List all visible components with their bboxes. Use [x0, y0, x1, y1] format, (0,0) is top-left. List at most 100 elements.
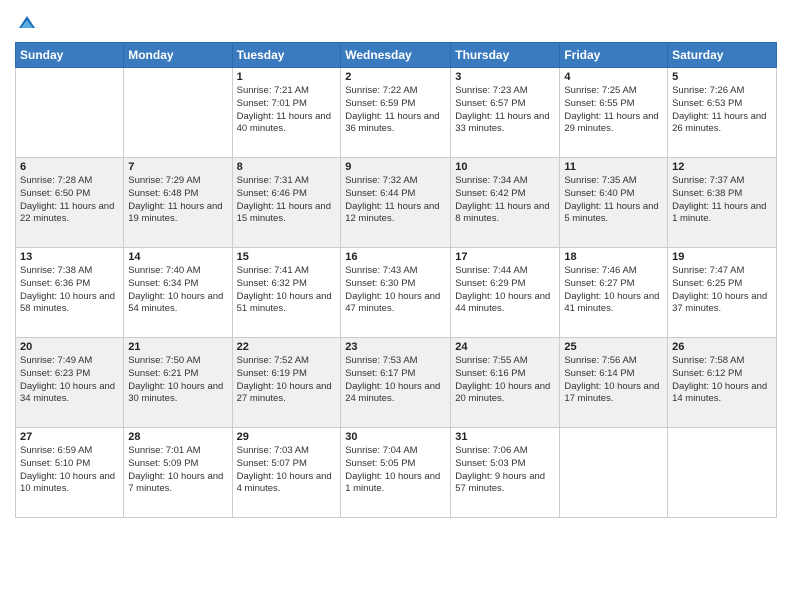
sunrise-text: Sunrise: 7:52 AM	[237, 355, 337, 368]
table-row	[560, 428, 668, 518]
day-number: 15	[237, 251, 337, 263]
calendar-header-row: Sunday Monday Tuesday Wednesday Thursday…	[16, 43, 777, 68]
table-row: 27Sunrise: 6:59 AMSunset: 5:10 PMDayligh…	[16, 428, 124, 518]
table-row: 31Sunrise: 7:06 AMSunset: 5:03 PMDayligh…	[451, 428, 560, 518]
daylight-text: Daylight: 9 hours and 57 minutes.	[455, 471, 555, 497]
day-info: Sunrise: 7:58 AMSunset: 6:12 PMDaylight:…	[672, 355, 772, 406]
day-info: Sunrise: 7:26 AMSunset: 6:53 PMDaylight:…	[672, 85, 772, 136]
table-row: 15 Sunrise: 7:41 AMSunset: 6:32 PMDayligh…	[232, 248, 341, 338]
sunset-text: Sunset: 6:17 PM	[345, 368, 446, 381]
day-info: Sunrise: 7:25 AMSunset: 6:55 PMDaylight:…	[564, 85, 663, 136]
daylight-text: Daylight: 11 hours and 36 minutes.	[345, 111, 446, 137]
day-number: 29	[237, 431, 337, 443]
day-number: 28	[128, 431, 227, 443]
table-row: 11Sunrise: 7:35 AMSunset: 6:40 PMDayligh…	[560, 158, 668, 248]
sunset-text: Sunset: 5:10 PM	[20, 458, 119, 471]
day-number: 24	[455, 341, 555, 353]
daylight-text: Daylight: 10 hours and 4 minutes.	[237, 471, 337, 497]
daylight-text: Daylight: 11 hours and 19 minutes.	[128, 201, 227, 227]
daylight-text: Daylight: 10 hours and 10 minutes.	[20, 471, 119, 497]
sunset-text: Sunset: 6:29 PM	[455, 278, 555, 291]
sunset-text: Sunset: 6:23 PM	[20, 368, 119, 381]
day-info: Sunrise: 7:35 AMSunset: 6:40 PMDaylight:…	[564, 175, 663, 226]
sunset-text: Sunset: 6:21 PM	[128, 368, 227, 381]
day-number: 7	[128, 161, 227, 173]
sunrise-text: Sunrise: 7:32 AM	[345, 175, 446, 188]
day-number: 1	[237, 71, 337, 83]
calendar-week-row: 27Sunrise: 6:59 AMSunset: 5:10 PMDayligh…	[16, 428, 777, 518]
day-number: 23	[345, 341, 446, 353]
sunrise-text: Sunrise: 7:31 AM	[237, 175, 337, 188]
day-number: 6	[20, 161, 119, 173]
sunset-text: Sunset: 6:32 PM	[237, 278, 337, 291]
day-number: 31	[455, 431, 555, 443]
col-saturday: Saturday	[668, 43, 777, 68]
table-row: 19Sunrise: 7:47 AMSunset: 6:25 PMDayligh…	[668, 248, 777, 338]
day-info: Sunrise: 7:28 AMSunset: 6:50 PMDaylight:…	[20, 175, 119, 226]
sunset-text: Sunset: 6:12 PM	[672, 368, 772, 381]
day-info: Sunrise: 7:03 AMSunset: 5:07 PMDaylight:…	[237, 445, 337, 496]
sunrise-text: Sunrise: 7:23 AM	[455, 85, 555, 98]
table-row: 2 Sunrise: 7:22 AMSunset: 6:59 PMDaylight…	[341, 68, 451, 158]
sunrise-text: Sunrise: 7:26 AM	[672, 85, 772, 98]
daylight-text: Daylight: 10 hours and 7 minutes.	[128, 471, 227, 497]
day-number: 12	[672, 161, 772, 173]
col-monday: Monday	[124, 43, 232, 68]
header	[15, 10, 777, 34]
table-row: 13Sunrise: 7:38 AMSunset: 6:36 PMDayligh…	[16, 248, 124, 338]
sunrise-text: Sunrise: 7:49 AM	[20, 355, 119, 368]
day-info: Sunrise: 7:52 AMSunset: 6:19 PMDaylight:…	[237, 355, 337, 406]
col-tuesday: Tuesday	[232, 43, 341, 68]
table-row: 16Sunrise: 7:43 AMSunset: 6:30 PMDayligh…	[341, 248, 451, 338]
day-info: Sunrise: 7:29 AMSunset: 6:48 PMDaylight:…	[128, 175, 227, 226]
table-row: 17Sunrise: 7:44 AMSunset: 6:29 PMDayligh…	[451, 248, 560, 338]
table-row: 3Sunrise: 7:23 AMSunset: 6:57 PMDaylight…	[451, 68, 560, 158]
day-info: Sunrise: 7:34 AMSunset: 6:42 PMDaylight:…	[455, 175, 555, 226]
sunrise-text: Sunrise: 7:03 AM	[237, 445, 337, 458]
day-number: 13	[20, 251, 119, 263]
sunrise-text: Sunrise: 7:29 AM	[128, 175, 227, 188]
day-info: Sunrise: 7:37 AMSunset: 6:38 PMDaylight:…	[672, 175, 772, 226]
col-wednesday: Wednesday	[341, 43, 451, 68]
day-info: Sunrise: 7:22 AMSunset: 6:59 PMDaylight:…	[345, 85, 446, 136]
table-row: 7 Sunrise: 7:29 AMSunset: 6:48 PMDaylight…	[124, 158, 232, 248]
day-number: 2	[345, 71, 446, 83]
sunrise-text: Sunrise: 7:04 AM	[345, 445, 446, 458]
day-info: Sunrise: 7:53 AMSunset: 6:17 PMDaylight:…	[345, 355, 446, 406]
daylight-text: Daylight: 10 hours and 17 minutes.	[564, 381, 663, 407]
sunset-text: Sunset: 6:16 PM	[455, 368, 555, 381]
sunrise-text: Sunrise: 7:41 AM	[237, 265, 337, 278]
sunset-text: Sunset: 5:03 PM	[455, 458, 555, 471]
col-thursday: Thursday	[451, 43, 560, 68]
table-row: 30Sunrise: 7:04 AMSunset: 5:05 PMDayligh…	[341, 428, 451, 518]
day-info: Sunrise: 7:41 AMSunset: 6:32 PMDaylight:…	[237, 265, 337, 316]
day-number: 14	[128, 251, 227, 263]
sunset-text: Sunset: 6:40 PM	[564, 188, 663, 201]
day-info: Sunrise: 7:50 AMSunset: 6:21 PMDaylight:…	[128, 355, 227, 406]
daylight-text: Daylight: 11 hours and 1 minute.	[672, 201, 772, 227]
sunset-text: Sunset: 6:48 PM	[128, 188, 227, 201]
day-number: 16	[345, 251, 446, 263]
day-number: 30	[345, 431, 446, 443]
day-number: 5	[672, 71, 772, 83]
table-row: 25Sunrise: 7:56 AMSunset: 6:14 PMDayligh…	[560, 338, 668, 428]
sunrise-text: Sunrise: 7:25 AM	[564, 85, 663, 98]
day-info: Sunrise: 7:32 AMSunset: 6:44 PMDaylight:…	[345, 175, 446, 226]
sunset-text: Sunset: 6:25 PM	[672, 278, 772, 291]
table-row: 21Sunrise: 7:50 AMSunset: 6:21 PMDayligh…	[124, 338, 232, 428]
sunrise-text: Sunrise: 7:35 AM	[564, 175, 663, 188]
day-info: Sunrise: 7:56 AMSunset: 6:14 PMDaylight:…	[564, 355, 663, 406]
sunrise-text: Sunrise: 7:40 AM	[128, 265, 227, 278]
sunrise-text: Sunrise: 7:01 AM	[128, 445, 227, 458]
sunset-text: Sunset: 6:59 PM	[345, 98, 446, 111]
table-row	[668, 428, 777, 518]
daylight-text: Daylight: 11 hours and 29 minutes.	[564, 111, 663, 137]
day-info: Sunrise: 7:01 AMSunset: 5:09 PMDaylight:…	[128, 445, 227, 496]
table-row: 14Sunrise: 7:40 AMSunset: 6:34 PMDayligh…	[124, 248, 232, 338]
sunset-text: Sunset: 6:27 PM	[564, 278, 663, 291]
daylight-text: Daylight: 11 hours and 26 minutes.	[672, 111, 772, 137]
sunset-text: Sunset: 6:30 PM	[345, 278, 446, 291]
daylight-text: Daylight: 11 hours and 40 minutes.	[237, 111, 337, 137]
sunrise-text: Sunrise: 7:55 AM	[455, 355, 555, 368]
sunrise-text: Sunrise: 7:53 AM	[345, 355, 446, 368]
